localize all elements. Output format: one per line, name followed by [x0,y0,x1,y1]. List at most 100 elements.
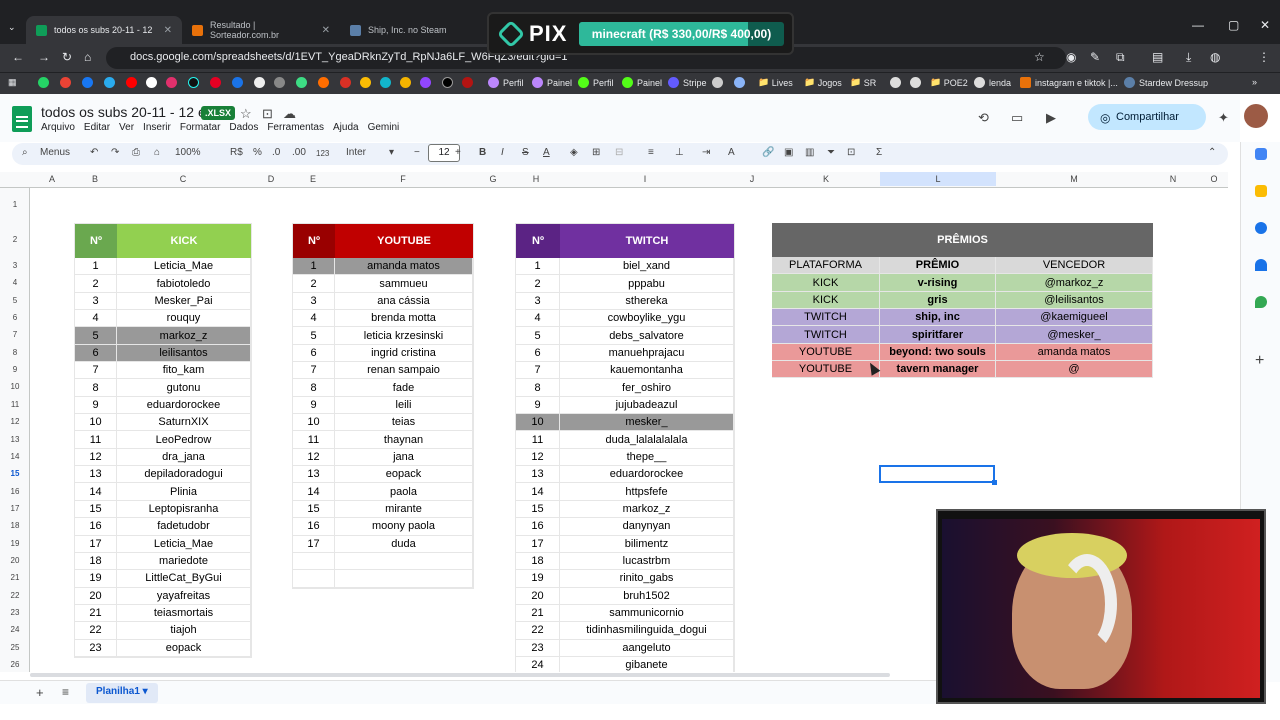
close-icon[interactable]: ✕ [322,25,330,36]
row-number-cell[interactable]: 13 [75,466,117,483]
meet-icon[interactable]: ▶ [1046,110,1056,126]
paint-format-icon[interactable]: ⌂ [154,147,160,158]
italic-icon[interactable]: I [501,147,504,158]
maximize-icon[interactable]: ▢ [1228,18,1239,32]
column-header-e[interactable]: E [292,174,334,184]
premios-column-header[interactable]: PRÊMIO [880,257,996,274]
row-number-cell[interactable]: 20 [75,587,117,604]
row-number-cell[interactable]: 12 [293,448,335,466]
history-icon[interactable]: ⟲ [978,110,989,126]
name-cell[interactable]: debs_salvatore [560,327,734,344]
name-cell[interactable]: biel_xand [560,258,734,275]
row-number-cell[interactable]: 8 [75,379,117,396]
menus-search[interactable]: Menus [40,147,70,158]
name-cell[interactable]: teiasmortais [117,604,251,622]
menu-inserir[interactable]: Inserir [143,122,171,133]
name-cell[interactable]: jujubadeazul [560,396,734,414]
row-number-cell[interactable]: 7 [75,362,117,379]
row-header[interactable]: 9 [0,365,30,374]
winner-cell[interactable]: @markoz_z [996,274,1153,291]
currency-button[interactable]: R$ [230,147,243,158]
name-cell[interactable]: tidinhasmilinguida_dogui [560,622,734,639]
sidepanel-icon[interactable]: ▤ [1152,50,1163,64]
bookmarks-more-icon[interactable]: » [1252,77,1257,87]
browser-tab-steam[interactable]: Ship, Inc. no Steam [340,16,480,44]
menu-ajuda[interactable]: Ajuda [333,122,359,133]
platform-cell[interactable]: TWITCH [772,326,880,343]
keep-icon[interactable] [1255,185,1267,197]
row-number-cell[interactable]: 16 [516,518,560,535]
row-number-cell[interactable]: 1 [75,258,117,275]
filter-views-icon[interactable]: ⊡ [847,147,855,158]
row-header[interactable]: 14 [0,452,30,461]
bookmark-black-icon[interactable] [442,77,457,88]
platform-cell[interactable]: TWITCH [772,309,880,326]
row-number-cell[interactable]: 1 [516,258,560,275]
prize-cell[interactable]: gris [880,291,996,309]
row-number-cell[interactable]: 2 [293,275,335,292]
whatsapp-icon[interactable] [38,77,53,88]
name-cell[interactable]: lucastrbm [560,552,734,570]
column-header-i[interactable]: I [558,174,732,184]
row-number-cell[interactable]: 3 [516,292,560,310]
x-twitter-icon[interactable] [146,77,161,88]
bookmark-purple-icon[interactable] [420,77,435,88]
name-cell[interactable]: duda [335,535,473,552]
kick-header-title[interactable]: KICK [117,224,251,258]
name-cell[interactable]: bruh1502 [560,587,734,604]
bookmark-star-icon[interactable]: ☆ [1034,50,1045,64]
align-vertical-icon[interactable]: ⊥ [675,147,684,158]
collapse-toolbar-icon[interactable]: ⌃ [1208,147,1216,158]
align-horizontal-icon[interactable]: ≡ [648,147,654,158]
winner-cell[interactable]: @leilisantos [996,291,1153,309]
row-number-cell[interactable]: 5 [75,327,117,344]
name-cell[interactable]: bilimentz [560,535,734,552]
winner-cell[interactable]: amanda matos [996,343,1153,361]
row-number-cell[interactable]: 5 [293,327,335,344]
bookmark-folder-poe2[interactable]: 📁 POE2 [930,77,968,88]
row-number-cell[interactable]: 17 [516,535,560,552]
bookmark-folder-lives[interactable]: 📁 Lives [758,77,793,88]
font-size-plus-icon[interactable]: + [455,147,461,158]
row-header[interactable]: 19 [0,539,30,548]
selected-cell-l15[interactable] [879,465,997,485]
row-header[interactable]: 6 [0,313,30,322]
name-cell[interactable]: markoz_z [560,500,734,518]
youtube-icon[interactable] [126,77,141,88]
name-cell[interactable]: fer_oshiro [560,379,734,396]
column-header-g[interactable]: G [472,174,514,184]
row-number-cell[interactable]: 22 [516,622,560,639]
row-number-cell[interactable]: 7 [293,362,335,379]
row-number-cell[interactable]: 8 [516,379,560,396]
row-number-cell[interactable]: 7 [516,362,560,379]
platform-cell[interactable]: YOUTUBE [772,361,880,378]
drive-icon[interactable] [360,77,375,88]
column-header-c[interactable]: C [116,174,250,184]
column-header-a[interactable]: A [30,174,74,184]
horizontal-scrollbar[interactable] [30,673,890,677]
gmail-icon[interactable] [60,77,75,88]
row-number-cell[interactable]: 12 [75,448,117,466]
close-icon[interactable]: ✕ [164,25,172,36]
avatar[interactable] [1244,104,1268,128]
browser-tab-sorteador[interactable]: Resultado | Sorteador.com.br ✕ [182,16,340,44]
name-cell[interactable]: thepe__ [560,448,734,466]
name-cell[interactable]: depiladoradogui [117,466,251,483]
name-cell[interactable]: ingrid cristina [335,344,473,362]
zoom-select[interactable]: 100% [175,147,201,158]
row-number-cell[interactable]: 5 [516,327,560,344]
name-cell[interactable]: mariedote [117,552,251,570]
row-number-cell[interactable]: 10 [75,414,117,431]
row-number-cell[interactable]: 8 [293,379,335,396]
row-number-cell[interactable]: 2 [75,275,117,292]
bookmark-gray-icon[interactable] [274,77,289,88]
bookmark-icon-2[interactable] [910,77,925,88]
column-header-f[interactable]: F [334,174,472,184]
star-icon[interactable]: ☆ [240,106,252,122]
name-cell[interactable]: kauemontanha [560,362,734,379]
platform-cell[interactable]: YOUTUBE [772,343,880,361]
name-cell[interactable]: ana cássia [335,292,473,310]
column-header-o[interactable]: O [1194,174,1234,184]
row-number-cell[interactable]: 4 [516,310,560,327]
menu-gemini[interactable]: Gemini [368,122,400,133]
